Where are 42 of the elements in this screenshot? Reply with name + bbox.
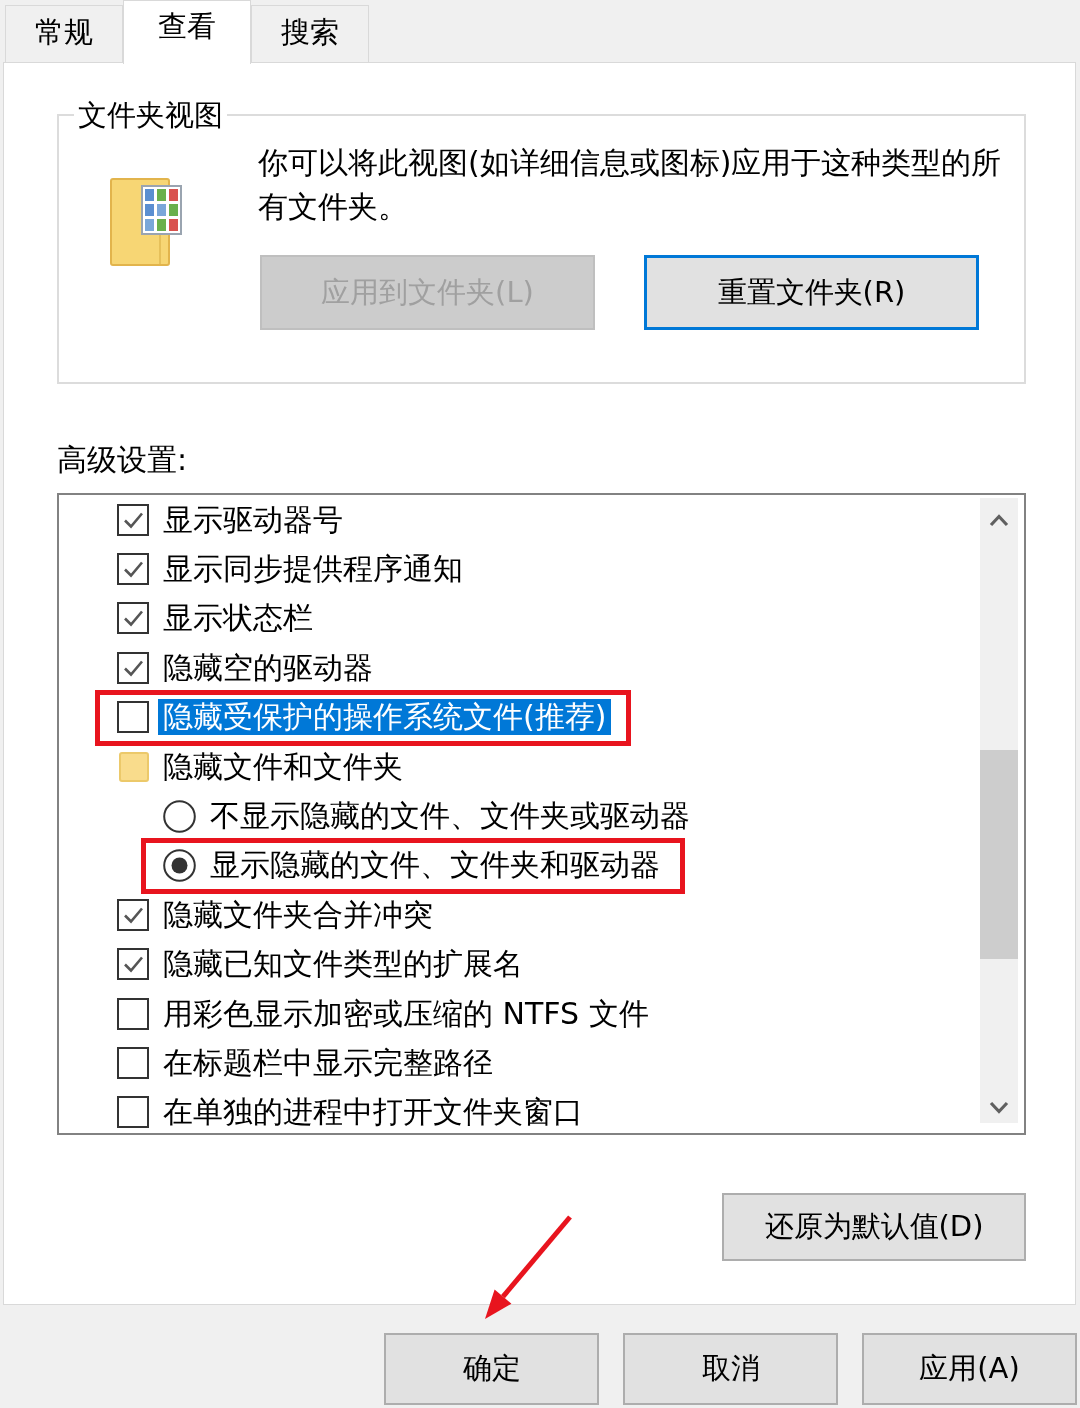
chevron-down-icon[interactable] bbox=[989, 1101, 1009, 1115]
dialog-button[interactable]: 应用(A) bbox=[862, 1333, 1077, 1405]
dialog-button[interactable]: 确定 bbox=[384, 1333, 599, 1405]
radio-button[interactable] bbox=[163, 848, 196, 882]
setting-label[interactable]: 显示状态栏 bbox=[158, 600, 318, 637]
description-text: 你可以将此视图(如详细信息或图标)应用于这种类型的所有文件夹。 bbox=[258, 144, 1003, 226]
tab[interactable]: 查看 bbox=[123, 0, 251, 64]
scrollbar[interactable] bbox=[980, 498, 1018, 1123]
folder-grid-icon bbox=[110, 178, 182, 266]
restore-defaults-button[interactable]: 还原为默认值(D) bbox=[722, 1193, 1026, 1261]
setting-label[interactable]: 隐藏文件夹合并冲突 bbox=[158, 896, 438, 933]
setting-label[interactable]: 隐藏空的驱动器 bbox=[158, 649, 378, 686]
section-label: 高级设置: bbox=[57, 441, 189, 479]
folder-icon bbox=[119, 751, 149, 782]
setting-label[interactable]: 隐藏已知文件类型的扩展名 bbox=[158, 946, 528, 983]
setting-label[interactable]: 在单独的进程中打开文件夹窗口 bbox=[158, 1094, 588, 1131]
tab[interactable]: 搜索 bbox=[251, 5, 369, 62]
setting-label[interactable]: 显示驱动器号 bbox=[158, 501, 348, 538]
scrollbar-thumb[interactable] bbox=[980, 750, 1018, 959]
radio-button[interactable] bbox=[163, 799, 196, 833]
checkbox[interactable] bbox=[117, 948, 149, 981]
dialog-button[interactable]: 取消 bbox=[623, 1333, 838, 1405]
tab[interactable]: 常规 bbox=[5, 5, 123, 62]
checkbox[interactable] bbox=[117, 651, 149, 684]
setting-label[interactable]: 隐藏受保护的操作系统文件(推荐) bbox=[158, 699, 612, 736]
setting-label[interactable]: 显示隐藏的文件、文件夹和驱动器 bbox=[205, 847, 665, 884]
checkbox[interactable] bbox=[117, 1096, 149, 1129]
checkbox[interactable] bbox=[117, 553, 149, 586]
checkbox[interactable] bbox=[117, 701, 149, 734]
setting-label[interactable]: 显示同步提供程序通知 bbox=[158, 551, 468, 588]
setting-label[interactable]: 隐藏文件和文件夹 bbox=[158, 748, 408, 785]
checkbox[interactable] bbox=[117, 898, 149, 931]
folder-button[interactable]: 重置文件夹(R) bbox=[644, 255, 979, 330]
setting-label[interactable]: 不显示隐藏的文件、文件夹或驱动器 bbox=[205, 798, 695, 835]
setting-label[interactable]: 用彩色显示加密或压缩的 NTFS 文件 bbox=[158, 995, 654, 1032]
chevron-up-icon[interactable] bbox=[989, 513, 1009, 527]
checkbox[interactable] bbox=[117, 503, 149, 536]
checkbox[interactable] bbox=[117, 997, 149, 1030]
setting-label[interactable]: 在标题栏中显示完整路径 bbox=[158, 1045, 498, 1081]
checkbox[interactable] bbox=[117, 602, 149, 635]
checkbox[interactable] bbox=[117, 1047, 149, 1079]
group-title: 文件夹视图 bbox=[77, 97, 224, 134]
